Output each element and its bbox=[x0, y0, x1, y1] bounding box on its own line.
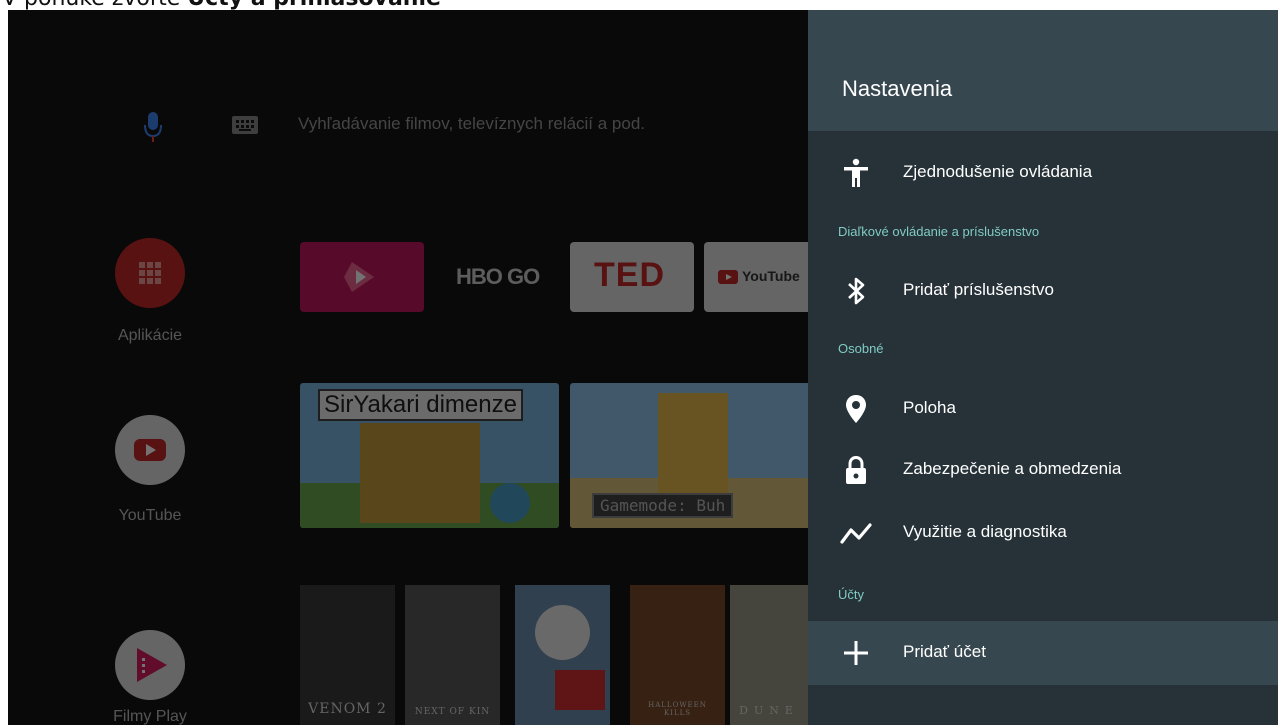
video-title: Gamemode: Buh bbox=[592, 493, 734, 518]
caption-prefix: V ponuke zvoľte bbox=[2, 0, 180, 10]
accessibility-icon bbox=[844, 158, 868, 187]
settings-item-accessibility[interactable]: Zjednodušenie ovládania bbox=[808, 141, 1278, 205]
home-screen: Vyhľadávanie filmov, televíznych relácií… bbox=[8, 10, 814, 725]
channel-tile-ted[interactable]: TED bbox=[570, 242, 694, 312]
channel-tile-hbo-go[interactable]: HBO GO bbox=[432, 242, 562, 312]
settings-item-security[interactable]: Zabezpečenie a obmedzenia bbox=[808, 438, 1278, 502]
channel-tile-youtube[interactable]: YouTube bbox=[704, 242, 814, 312]
play-movies-label: Filmy Play bbox=[113, 708, 187, 725]
settings-header: Nastavenia bbox=[808, 10, 1278, 131]
settings-item-add-account[interactable]: Pridať účet bbox=[808, 621, 1278, 685]
search-placeholder[interactable]: Vyhľadávanie filmov, televíznych relácií… bbox=[298, 114, 645, 134]
movie-poster[interactable]: DUNE bbox=[730, 585, 808, 725]
section-header-personal: Osobné bbox=[838, 341, 884, 356]
plus-icon bbox=[844, 641, 868, 665]
ted-logo: TED bbox=[594, 256, 665, 294]
youtube-label: YouTube bbox=[118, 507, 182, 524]
bluetooth-icon bbox=[848, 277, 865, 305]
video-thumbnail[interactable]: Gamemode: Buh bbox=[570, 383, 810, 528]
poster-title: NEXT OF KIN bbox=[414, 707, 491, 717]
settings-item-label: Pridať účet bbox=[903, 642, 986, 661]
settings-item-location[interactable]: Poloha bbox=[808, 377, 1278, 441]
hbo-go-logo: HBO GO bbox=[456, 264, 540, 289]
section-header-accounts: Účty bbox=[838, 587, 864, 602]
poster-title: HALLOWEEN KILLS bbox=[648, 701, 707, 717]
settings-panel: Nastavenia Zjednodušenie ovládania Diaľk… bbox=[808, 10, 1278, 725]
poster-title: DUNE bbox=[739, 704, 799, 717]
tv-screen: Vyhľadávanie filmov, televíznych relácií… bbox=[8, 10, 1278, 725]
settings-item-label: Zjednodušenie ovládania bbox=[903, 162, 1093, 181]
youtube-logo-text: YouTube bbox=[742, 268, 800, 284]
movie-poster[interactable]: HALLOWEEN KILLS bbox=[630, 585, 725, 725]
instruction-caption: V ponuke zvoľte Účty a prihlasovanie bbox=[0, 0, 1278, 10]
video-title: SirYakari dimenze bbox=[318, 389, 523, 421]
keyboard-icon[interactable] bbox=[232, 116, 258, 134]
caption-bold: Účty a prihlasovanie bbox=[187, 0, 441, 10]
channel-tile-play[interactable] bbox=[300, 242, 424, 312]
settings-item-label: Pridať príslušenstvo bbox=[903, 280, 1054, 299]
movie-poster[interactable] bbox=[515, 585, 610, 725]
settings-item-usage[interactable]: Využitie a diagnostika bbox=[808, 501, 1278, 565]
movie-poster[interactable]: VENOM 2 bbox=[300, 585, 395, 725]
trending-icon bbox=[840, 523, 872, 544]
poster-title: VENOM 2 bbox=[308, 701, 387, 717]
youtube-logo-icon bbox=[718, 270, 738, 284]
lock-icon bbox=[846, 455, 866, 484]
settings-title: Nastavenia bbox=[842, 76, 953, 101]
settings-item-label: Poloha bbox=[903, 398, 956, 417]
microphone-icon[interactable] bbox=[142, 110, 164, 144]
location-icon bbox=[846, 395, 866, 423]
settings-item-label: Využitie a diagnostika bbox=[903, 522, 1067, 541]
youtube-app-icon[interactable] bbox=[115, 415, 185, 485]
play-movies-icon[interactable] bbox=[115, 630, 185, 700]
video-thumbnail[interactable]: SirYakari dimenze bbox=[300, 383, 559, 528]
apps-label: Aplikácie bbox=[117, 327, 183, 344]
section-header-remote: Diaľkové ovládanie a príslušenstvo bbox=[838, 224, 1040, 239]
apps-launcher-icon[interactable] bbox=[115, 238, 185, 308]
settings-item-add-accessory[interactable]: Pridať príslušenstvo bbox=[808, 259, 1278, 323]
movie-poster[interactable]: NEXT OF KIN bbox=[405, 585, 500, 725]
settings-item-label: Zabezpečenie a obmedzenia bbox=[903, 459, 1122, 478]
